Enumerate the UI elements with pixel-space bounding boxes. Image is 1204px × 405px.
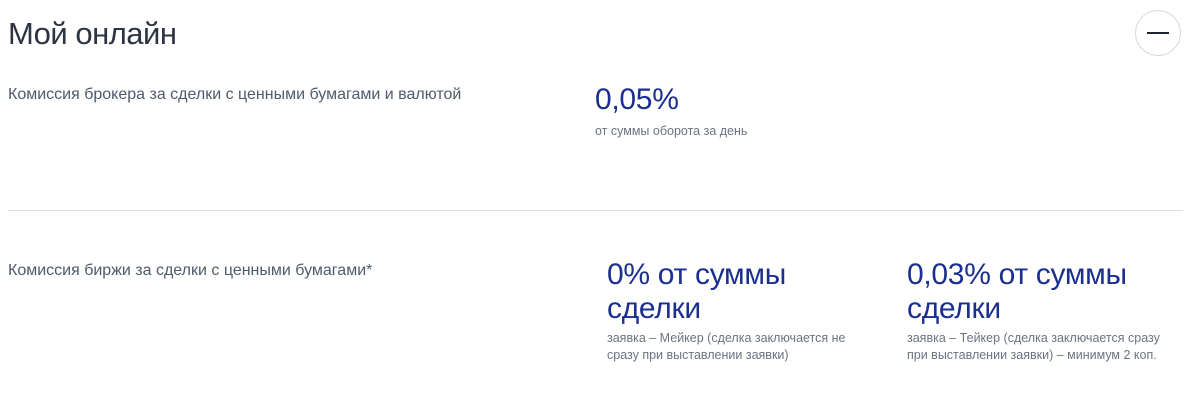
exchange-commission-label: Комиссия биржи за сделки с ценными бумаг… (8, 262, 373, 279)
section-title: Мой онлайн (8, 16, 177, 51)
broker-commission-value: 0,05% (595, 83, 679, 116)
broker-commission-note: от суммы оборота за день (595, 124, 748, 138)
taker-commission-note: заявка – Тейкер (сделка заключается сраз… (907, 331, 1160, 362)
taker-commission-value: 0,03% от суммы сделки (907, 258, 1127, 325)
tariff-section: Мой онлайн Комиссия брокера за сделки с … (0, 0, 1204, 405)
section-divider (8, 210, 1183, 211)
broker-commission-label: Комиссия брокера за сделки с ценными бум… (8, 86, 462, 103)
minus-icon (1147, 32, 1169, 34)
maker-commission-note: заявка – Мейкер (сделка заключается не с… (607, 331, 846, 362)
collapse-button[interactable] (1135, 10, 1181, 56)
maker-commission-value: 0% от суммы сделки (607, 258, 786, 325)
